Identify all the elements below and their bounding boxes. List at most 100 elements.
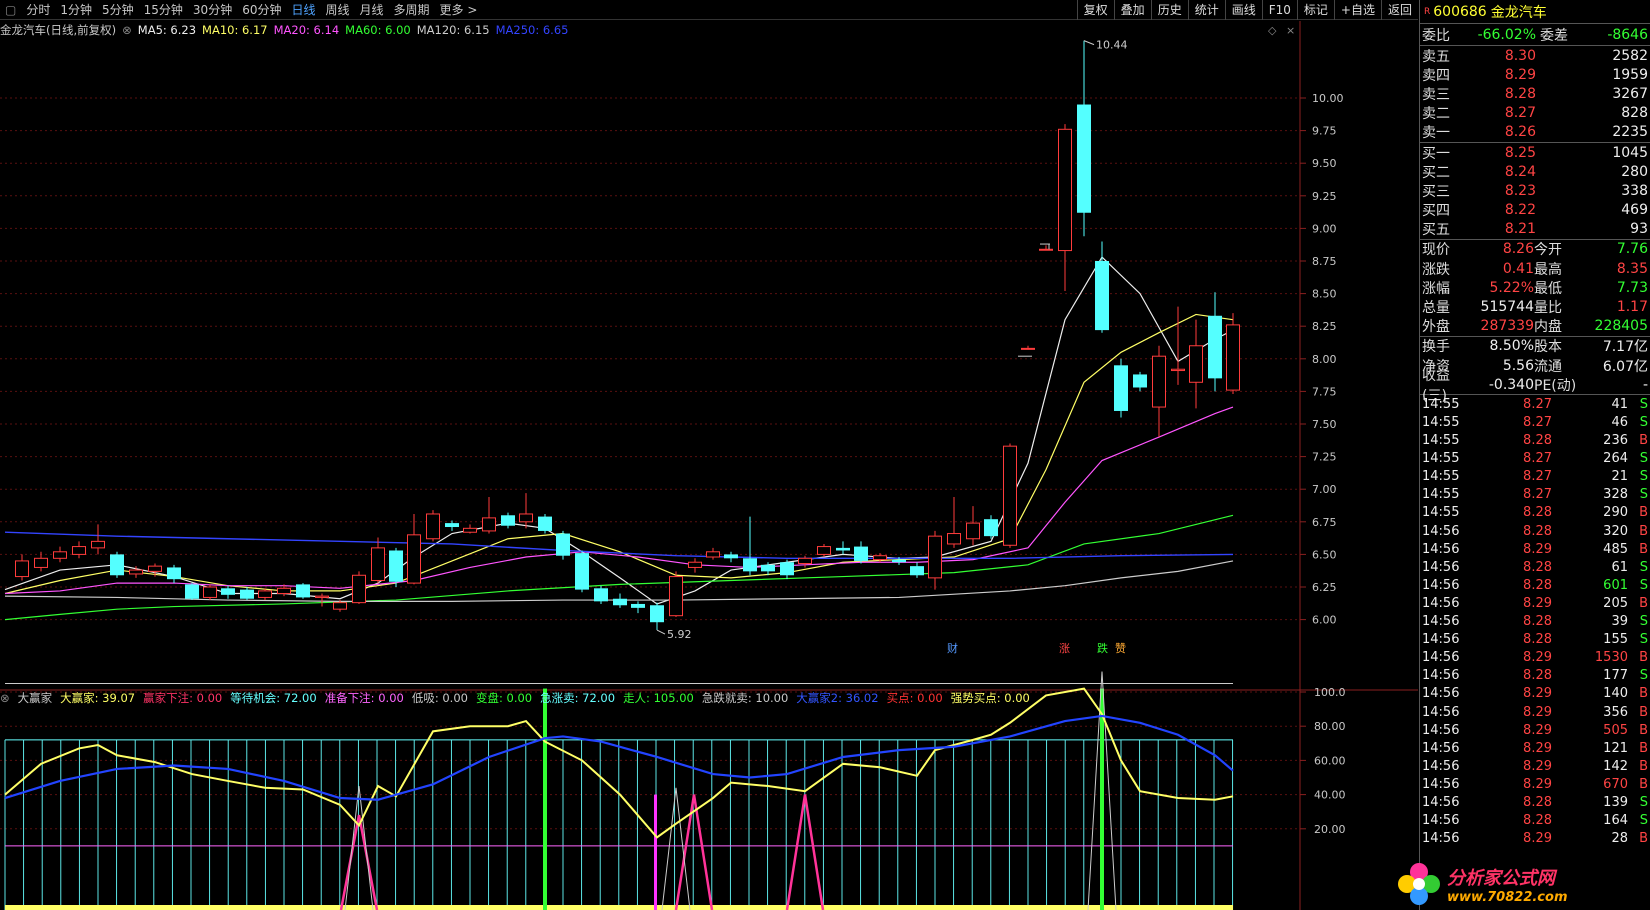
tick-price: 8.28: [1523, 668, 1552, 684]
candle-down: [221, 588, 235, 595]
tick-price: 8.27: [1523, 469, 1552, 485]
candle-down: [761, 564, 775, 572]
candle-down: [1114, 365, 1128, 411]
tick-price: 8.28: [1523, 614, 1552, 630]
tick-volume: 39: [1611, 614, 1628, 630]
stat-value: 8.50%: [1489, 338, 1534, 355]
tick-time: 14:56: [1422, 559, 1460, 575]
stat-label: 涨幅: [1422, 280, 1450, 297]
tick-price: 8.29: [1523, 686, 1552, 702]
tick-row: 14:56 8.29 28 B: [1420, 830, 1650, 848]
bid-level-label: 买三: [1422, 183, 1450, 200]
tick-side: S: [1639, 813, 1648, 829]
tick-volume: 139: [1603, 794, 1628, 810]
stat-value: 7.17亿: [1602, 339, 1648, 356]
tick-volume: 177: [1603, 668, 1628, 684]
tick-list[interactable]: 14:55 8.27 41 S 14:55 8.27 46 S 14:55 8.28 236 B 14:…: [1420, 395, 1650, 847]
tick-row: 14:55 8.27 41 S: [1420, 395, 1650, 413]
weibi-row: 委比 -66.02% 委差 -8646: [1420, 24, 1650, 46]
candle-up: [148, 565, 162, 572]
tick-side: S: [1639, 559, 1648, 575]
stat-label: 内盘: [1534, 319, 1562, 336]
tick-volume: 46: [1611, 415, 1628, 431]
tick-price: 8.27: [1523, 451, 1552, 467]
bid-volume: 1045: [1612, 144, 1648, 161]
candle-down: [1077, 104, 1091, 213]
indicator-legend-item: 变盘: 0.00: [475, 691, 533, 705]
event-marker: 涨: [1059, 642, 1070, 655]
candle-down: [389, 550, 403, 582]
watermark-brand: 分析家公式网: [1447, 867, 1555, 889]
tick-time: 14:56: [1422, 740, 1460, 756]
tick-time: 14:56: [1422, 541, 1460, 557]
tick-side: S: [1639, 794, 1648, 810]
tick-time: 14:56: [1422, 686, 1460, 702]
stat-label: 现价: [1422, 242, 1450, 259]
ask-row: 卖三 8.28 3267: [1420, 84, 1650, 103]
candle-down: [613, 598, 627, 606]
tick-row: 14:56 8.29 142 B: [1420, 757, 1650, 775]
candle-down: [240, 589, 254, 599]
tick-price: 8.28: [1523, 577, 1552, 593]
tick-row: 14:56 8.28 139 S: [1420, 793, 1650, 811]
stat-row: 涨跌 0.41 最高 8.35: [1420, 259, 1650, 278]
weicha-value: -8646: [1607, 26, 1648, 43]
bid-price: 8.22: [1504, 202, 1536, 219]
tick-side: B: [1639, 686, 1648, 702]
ask-level-label: 卖四: [1422, 67, 1450, 84]
tick-row: 14:55 8.27 46 S: [1420, 413, 1650, 431]
stat-label: 最低: [1534, 280, 1562, 297]
ask-volume: 1959: [1612, 66, 1648, 83]
ask-price: 8.27: [1504, 105, 1536, 122]
event-marker: 跌: [1097, 641, 1108, 655]
candle-up: [1189, 345, 1203, 383]
bid-level-label: 买五: [1422, 222, 1450, 239]
tick-volume: 28: [1611, 831, 1628, 847]
candle-up: [258, 590, 272, 598]
candle-down: [167, 567, 181, 580]
stat-row: 现价 8.26 今开 7.76: [1420, 240, 1650, 259]
stat-label: 外盘: [1422, 319, 1450, 336]
tick-price: 8.29: [1523, 650, 1552, 666]
candle-up: [463, 527, 477, 533]
candle-up: [1039, 248, 1053, 251]
tick-side: B: [1639, 595, 1648, 611]
tick-time: 14:55: [1422, 433, 1460, 449]
tick-price: 8.29: [1523, 541, 1552, 557]
tick-volume: 164: [1603, 813, 1628, 829]
ask-book: 卖五 8.30 2582 卖四 8.29 1959 卖三 8.28 3267 卖二 8.27 828 卖…: [1420, 46, 1650, 143]
stock-header: R 600686 金龙汽车: [1420, 0, 1650, 24]
candle-up: [352, 574, 366, 604]
candle-up: [129, 569, 143, 575]
stat-value: 7.73: [1616, 279, 1648, 296]
indicator-close-icon[interactable]: ⊗: [0, 691, 10, 705]
kline-chart[interactable]: 10.00 9.75 9.50 9.25 9.00 8.75 8.50 8.25 8.00 7.7…: [0, 0, 1418, 910]
tick-volume: 140: [1603, 686, 1628, 702]
tick-side: B: [1639, 505, 1648, 521]
tick-row: 14:56 8.28 61 S: [1420, 558, 1650, 576]
company-stats: 换手 8.50% 股本 7.17亿 净资 5.56 流通 6.07亿 收益(三) -0.340 PE…: [1420, 337, 1650, 404]
tick-side: B: [1639, 541, 1648, 557]
tick-time: 14:56: [1422, 704, 1460, 720]
tick-row: 14:55 8.27 21 S: [1420, 468, 1650, 486]
y-tick-label: 6.00: [1312, 614, 1337, 627]
ma10-line: [4, 313, 1234, 595]
ask-volume: 3267: [1612, 85, 1648, 102]
candle-up: [1152, 355, 1166, 408]
tick-volume: 61: [1611, 559, 1628, 575]
y-tick-label: 8.75: [1312, 255, 1337, 268]
indicator-legend-item: 走人: 105.00: [623, 691, 694, 705]
bid-level-label: 买四: [1422, 203, 1450, 220]
sub-y-tick-label: 60.00: [1314, 754, 1346, 767]
indicator-legend-item: 低吸: 0.00: [411, 691, 468, 705]
tick-row: 14:55 8.27 328 S: [1420, 486, 1650, 504]
y-tick-label: 6.25: [1312, 581, 1337, 594]
tick-time: 14:55: [1422, 396, 1460, 412]
y-tick-label: 9.50: [1312, 157, 1337, 170]
tick-row: 14:56 8.28 601 S: [1420, 576, 1650, 594]
tick-side: S: [1639, 614, 1648, 630]
tick-volume: 670: [1603, 776, 1628, 792]
candle-up: [426, 513, 440, 540]
tick-side: B: [1639, 523, 1648, 539]
indicator-legend-item: 大赢家2: 36.02: [796, 691, 879, 705]
